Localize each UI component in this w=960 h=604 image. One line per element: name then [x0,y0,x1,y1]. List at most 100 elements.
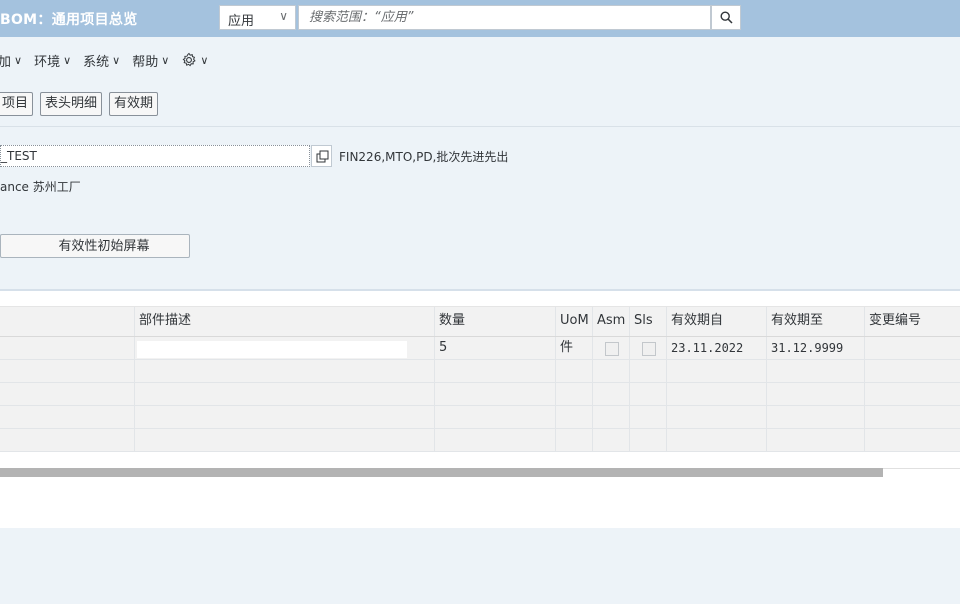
change-number-cell[interactable] [865,337,960,359]
change-number-cell[interactable] [865,406,960,428]
valid-from-cell[interactable] [667,406,767,428]
sls-cell[interactable] [630,429,667,451]
uom-cell[interactable]: 件 [556,337,593,359]
row-cell[interactable] [0,406,135,428]
column-header-valid-from[interactable]: 有效期自 [667,307,767,336]
value-help-icon [316,150,329,163]
chevron-down-icon: ∨ [14,53,23,67]
valid-to-cell[interactable] [767,360,865,382]
menu-bar: 加 ∨ 环境 ∨ 系统 ∨ 帮助 ∨ ∨ [0,48,220,72]
asm-cell[interactable] [593,429,630,451]
menu-system[interactable]: 系统 ∨ [83,51,120,70]
menu-settings[interactable]: ∨ [181,52,208,68]
chevron-down-icon: ∨ [161,53,170,67]
column-header-sls[interactable]: Sls [630,307,667,336]
search-input[interactable] [299,6,710,29]
column-header[interactable] [0,307,135,336]
valid-to-cell[interactable] [767,406,865,428]
asm-cell[interactable] [593,360,630,382]
valid-to-cell[interactable] [767,429,865,451]
quantity-cell[interactable]: 5 [435,337,556,359]
table-row[interactable]: 5 件 23.11.2022 31.12.9999 [0,337,960,360]
table-row[interactable] [0,429,960,452]
bom-items-table: 部件描述 数量 UoM Asm Sls 有效期自 有效期至 变更编号 5 件 2… [0,291,960,528]
column-header-change-number[interactable]: 变更编号 [865,307,960,336]
sls-checkbox[interactable] [642,342,656,356]
valid-from-cell[interactable] [667,383,767,405]
menu-label: 帮助 [132,54,159,70]
column-header-uom[interactable]: UoM [556,307,593,336]
table-row[interactable] [0,383,960,406]
plant-text: ance 苏州工厂 [0,180,81,194]
toolbar: 项目 表头明细 有效期 [0,92,165,116]
quantity-cell[interactable] [435,429,556,451]
sls-cell[interactable] [630,360,667,382]
change-number-cell[interactable] [865,360,960,382]
description-cell[interactable] [135,337,435,359]
chevron-down-icon: ∨ [63,53,72,67]
asm-cell[interactable] [593,406,630,428]
search-button[interactable] [711,5,741,30]
search-box[interactable] [298,5,711,30]
row-cell[interactable] [0,383,135,405]
scrollbar-thumb[interactable] [0,468,883,477]
sls-cell[interactable] [630,383,667,405]
column-header-valid-to[interactable]: 有效期至 [767,307,865,336]
menu-add[interactable]: 加 ∨ [0,51,22,70]
chevron-down-icon: ∨ [112,53,121,67]
material-field[interactable]: _TEST [0,145,310,167]
item-button[interactable]: 项目 [0,92,34,116]
search-scope-label: 应用 [228,14,255,29]
material-value: _TEST [1,149,37,163]
value-help-button[interactable] [311,145,332,167]
table-header-row: 部件描述 数量 UoM Asm Sls 有效期自 有效期至 变更编号 [0,306,960,337]
app-title: BOM：通用项目总览 [0,12,138,28]
menu-label: 环境 [34,54,61,70]
sls-cell [630,337,667,359]
menu-label: 加 [0,54,12,70]
uom-cell[interactable] [556,383,593,405]
valid-to-cell[interactable] [767,383,865,405]
description-cell[interactable] [135,383,435,405]
asm-cell [593,337,630,359]
validity-button[interactable]: 有效期 [109,92,159,116]
sls-cell[interactable] [630,406,667,428]
description-cell[interactable] [135,429,435,451]
row-cell[interactable] [0,337,135,359]
header-details-button[interactable]: 表头明细 [40,92,103,116]
valid-to-cell[interactable]: 31.12.9999 [767,337,865,359]
menu-label: 系统 [83,54,110,70]
shell-bar: BOM：通用项目总览 应用 ∨ [0,0,960,37]
quantity-cell[interactable] [435,383,556,405]
asm-checkbox[interactable] [605,342,619,356]
column-header-quantity[interactable]: 数量 [435,307,556,336]
uom-cell[interactable] [556,429,593,451]
row-cell[interactable] [0,360,135,382]
chevron-down-icon: ∨ [279,9,288,23]
uom-cell[interactable] [556,360,593,382]
menu-help[interactable]: 帮助 ∨ [132,51,169,70]
description-input[interactable] [137,341,407,358]
asm-cell[interactable] [593,383,630,405]
change-number-cell[interactable] [865,383,960,405]
description-cell[interactable] [135,406,435,428]
material-description: FIN226,MTO,PD,批次先进先出 [339,150,509,164]
footer-area [0,528,960,604]
search-scope-select[interactable]: 应用 ∨ [219,5,296,30]
quantity-cell[interactable] [435,406,556,428]
uom-cell[interactable] [556,406,593,428]
table-row[interactable] [0,406,960,429]
column-header-description[interactable]: 部件描述 [135,307,435,336]
row-cell[interactable] [0,429,135,451]
description-cell[interactable] [135,360,435,382]
change-number-cell[interactable] [865,429,960,451]
table-row[interactable] [0,360,960,383]
valid-from-cell[interactable] [667,429,767,451]
validity-initial-screen-button[interactable]: 有效性初始屏幕 [0,234,190,258]
chevron-down-icon: ∨ [200,53,209,67]
valid-from-cell[interactable]: 23.11.2022 [667,337,767,359]
quantity-cell[interactable] [435,360,556,382]
column-header-asm[interactable]: Asm [593,307,630,336]
valid-from-cell[interactable] [667,360,767,382]
menu-environment[interactable]: 环境 ∨ [34,51,71,70]
